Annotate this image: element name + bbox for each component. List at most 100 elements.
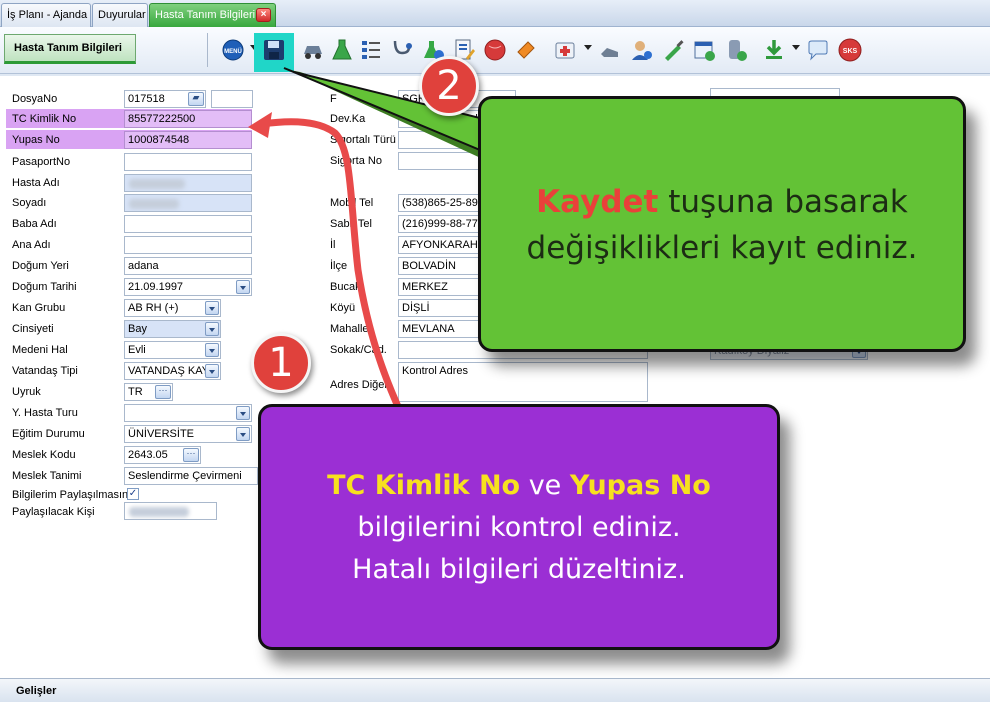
vatandas-tipi-select[interactable]: VATANDAŞ KAY	[124, 362, 221, 380]
blurred-text	[129, 507, 189, 517]
ellipsis-icon[interactable]: ···	[155, 385, 171, 399]
id-line2: bilgilerini kontrol ediniz.	[357, 512, 681, 543]
kaydet-keyword: Kaydet	[536, 184, 659, 220]
hand-icon[interactable]	[598, 38, 622, 62]
tc-kimlik-field[interactable]: 85577222500	[124, 110, 252, 128]
ana-adi-field[interactable]	[124, 236, 252, 254]
baba-adi-field[interactable]	[124, 215, 252, 233]
chevron-down-icon[interactable]	[236, 406, 250, 420]
dosya-no-label: DosyaNo	[12, 93, 58, 105]
vatandas-tipi-label: Vatandaş Tipi	[12, 365, 78, 377]
chevron-down-icon[interactable]	[205, 322, 219, 336]
baba-adi-label: Baba Adı	[12, 218, 57, 230]
checklist-icon[interactable]	[359, 38, 383, 62]
blurred-text	[129, 179, 185, 189]
uyruk-field[interactable]: TR ···	[124, 383, 173, 401]
y-hasta-turu-select[interactable]	[124, 404, 252, 422]
hasta-adi-field[interactable]	[124, 174, 252, 192]
ilce-label: İlçe	[330, 260, 348, 272]
koy-label: Köyü	[330, 302, 356, 314]
medeni-hal-label: Medeni Hal	[12, 344, 68, 356]
chevron-down-icon[interactable]	[205, 301, 219, 315]
field-value: 85577222500	[128, 113, 196, 125]
field-value: 21.09.1997	[128, 281, 184, 293]
meslek-kodu-label: Meslek Kodu	[12, 449, 76, 461]
patient-card-icon[interactable]	[724, 38, 748, 62]
dosya-no-field[interactable]: 017518 ▰	[124, 90, 206, 108]
tab-label: Hasta Tanım Bilgileri	[155, 9, 256, 21]
yupas-field[interactable]: 1000874548	[124, 131, 252, 149]
stethoscope-icon[interactable]	[390, 38, 414, 62]
chat-icon[interactable]	[806, 38, 830, 62]
field-value: MERKEZ	[402, 281, 448, 293]
save-instruction-text: Kaydet tuşuna basarak değişiklikleri kay…	[481, 179, 963, 271]
field-value: MEVLANA	[402, 323, 455, 335]
car-icon[interactable]	[301, 38, 325, 62]
save-button[interactable]	[262, 38, 286, 62]
menu-label: MENÜ	[224, 48, 242, 55]
flask-icon[interactable]	[330, 38, 354, 62]
dogum-tarihi-field[interactable]: 21.09.1997	[124, 278, 252, 296]
tab-hasta-tanim-bilgileri[interactable]: Hasta Tanım Bilgileri ×	[149, 3, 276, 27]
meslek-kodu-field[interactable]: 2643.05 ···	[124, 446, 201, 464]
egitim-durumu-select[interactable]: ÜNİVERSİTE	[124, 425, 252, 443]
close-icon[interactable]: ×	[256, 8, 271, 22]
paylasilacak-kisi-field[interactable]	[124, 502, 217, 520]
medical-kit-icon[interactable]	[553, 38, 577, 62]
adres-diger-field[interactable]: Kontrol Adres	[398, 362, 648, 402]
field-value: DİŞLİ	[402, 302, 430, 314]
syringe-icon[interactable]	[661, 38, 685, 62]
dosya-no-extra-field[interactable]	[211, 90, 253, 108]
meslek-tanimi-label: Meslek Tanimi	[12, 470, 82, 482]
pasaport-field[interactable]	[124, 153, 252, 171]
chevron-down-icon[interactable]	[236, 280, 250, 294]
save-instruction-callout: Kaydet tuşuna basarak değişiklikleri kay…	[478, 96, 966, 352]
menu-button[interactable]: MENÜ	[221, 38, 245, 62]
tab-is-plani-ajanda[interactable]: İş Planı - Ajanda	[1, 3, 91, 27]
field-value: Kontrol Adres	[402, 365, 469, 377]
globe-icon[interactable]	[483, 38, 507, 62]
field-value: 1000874548	[128, 134, 190, 146]
save-line1: tuşuna basarak	[658, 184, 908, 220]
field-value: Evli	[128, 344, 146, 356]
mahalle-label: Mahalle	[330, 323, 369, 335]
field-value: AB RH (+)	[128, 302, 179, 314]
chevron-down-icon[interactable]	[205, 343, 219, 357]
chevron-down-icon[interactable]	[236, 427, 250, 441]
step-2-badge: 2	[419, 56, 479, 116]
id-check-callout: TC Kimlik No ve Yupas No bilgilerini kon…	[258, 404, 780, 650]
tc-kimlik-keyword: TC Kimlik No	[327, 470, 521, 501]
tab-duyurular[interactable]: Duyurular	[92, 3, 148, 27]
chevron-down-icon[interactable]	[792, 45, 800, 50]
ticket-icon[interactable]	[514, 38, 538, 62]
field-value: BOLVADİN	[402, 260, 456, 272]
y-hasta-turu-label: Y. Hasta Turu	[12, 407, 78, 419]
chevron-down-icon[interactable]	[584, 45, 592, 50]
paylasilacak-kisi-label: Paylaşılacak Kişi	[12, 506, 95, 518]
car-lookup-icon[interactable]: ▰	[188, 92, 204, 106]
field-value: ÜNİVERSİTE	[128, 428, 195, 440]
field-value: Seslendirme Çevirmeni	[128, 470, 242, 482]
bottom-panel-header[interactable]: Gelişler	[0, 678, 990, 702]
il-label: İl	[330, 239, 336, 251]
kan-grubu-select[interactable]: AB RH (+)	[124, 299, 221, 317]
calendar-add-icon[interactable]	[692, 38, 716, 62]
meslek-tanimi-field[interactable]: Seslendirme Çevirmeni	[124, 467, 258, 485]
gelisler-label: Gelişler	[16, 685, 57, 697]
user-info-icon[interactable]	[630, 38, 654, 62]
step-1-badge: 1	[251, 333, 311, 393]
paylasilmasin-checkbox[interactable]: ✓	[127, 488, 139, 500]
ana-adi-label: Ana Adı	[12, 239, 51, 251]
chevron-down-icon[interactable]	[205, 364, 219, 378]
ellipsis-icon[interactable]: ···	[183, 448, 199, 462]
pasaport-label: PasaportNo	[12, 156, 71, 168]
cinsiyet-select[interactable]: Bay	[124, 320, 221, 338]
page-tab-hasta-tanim-bilgileri[interactable]: Hasta Tanım Bilgileri	[4, 34, 136, 64]
hasta-adi-label: Hasta Adı	[12, 177, 60, 189]
medeni-hal-select[interactable]: Evli	[124, 341, 221, 359]
tab-label: İş Planı - Ajanda	[7, 9, 88, 21]
download-icon[interactable]	[762, 38, 786, 62]
sks-icon[interactable]: SKS	[838, 38, 862, 62]
dogum-yeri-field[interactable]: adana	[124, 257, 252, 275]
soyadi-field[interactable]	[124, 194, 252, 212]
